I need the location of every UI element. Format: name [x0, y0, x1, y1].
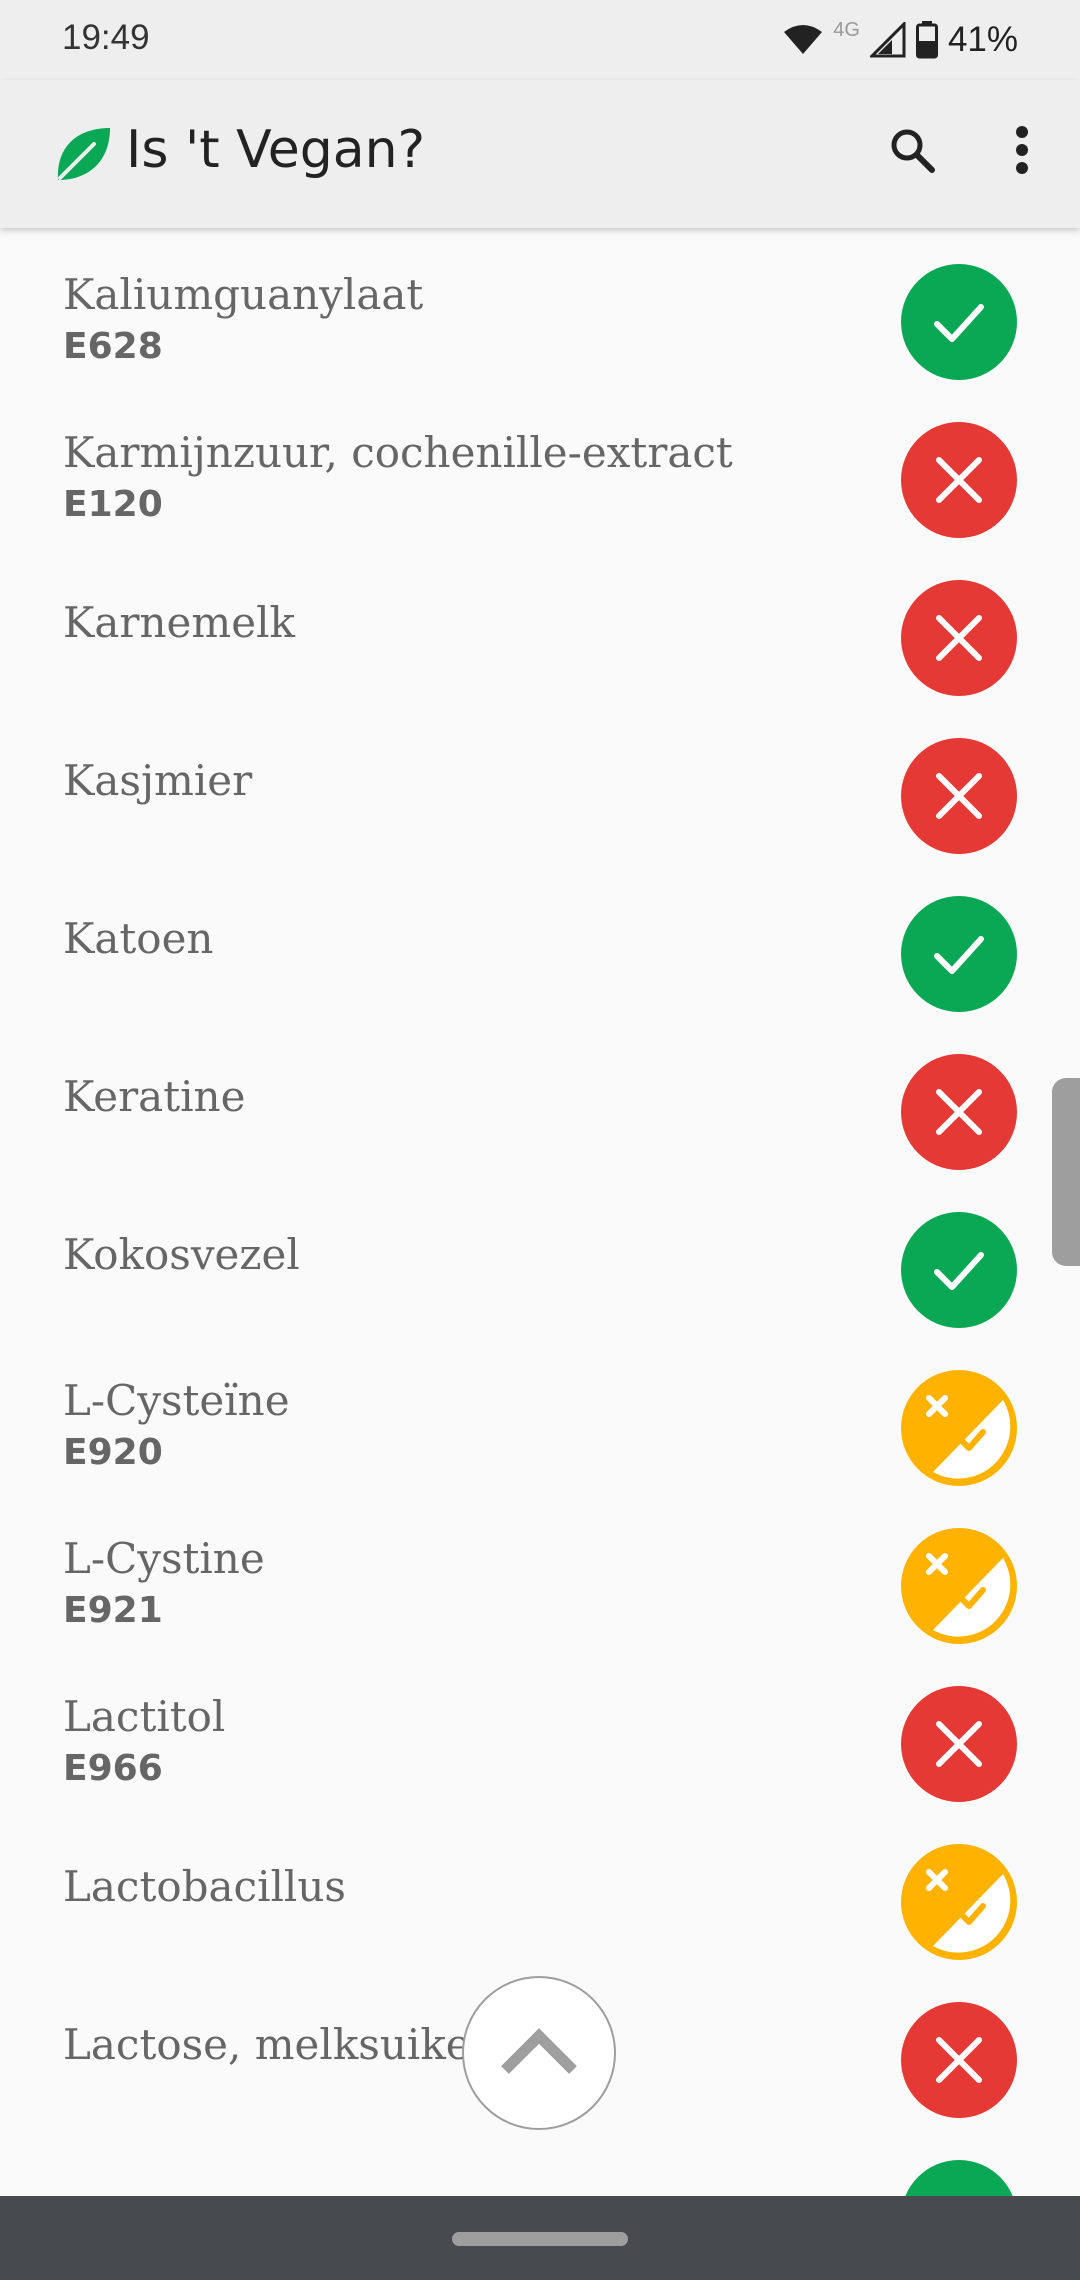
battery-icon	[915, 21, 938, 59]
list-item[interactable]	[0, 2124, 1060, 2196]
ingredient-name: Lactose, melksuiker	[63, 2020, 491, 2069]
ingredient-name: L-Cystine	[63, 1534, 265, 1583]
ingredient-name: L-Cysteïne	[63, 1376, 290, 1425]
e-number: E120	[63, 484, 163, 525]
navigation-bar	[0, 2196, 1080, 2280]
status-maybe-icon	[901, 1844, 1017, 1960]
network-type: 4G	[833, 18, 860, 41]
status-cross-icon	[901, 1686, 1017, 1802]
status-cross-icon	[901, 422, 1017, 538]
ingredient-name: Lactobacillus	[63, 1862, 346, 1911]
list-item[interactable]: Lactitol E966	[0, 1650, 1060, 1808]
scroll-to-top-button[interactable]	[462, 1976, 616, 2130]
ingredient-name: Lactitol	[63, 1692, 226, 1741]
status-cross-icon	[901, 2002, 1017, 2118]
status-cross-icon	[901, 580, 1017, 696]
e-number: E628	[63, 326, 163, 367]
app-title: Is 't Vegan?	[126, 120, 426, 180]
status-maybe-icon	[901, 1370, 1017, 1486]
list-item[interactable]: Kasjmier	[0, 702, 1060, 860]
ingredient-name: Keratine	[63, 1072, 246, 1121]
list-item[interactable]: Katoen	[0, 860, 1060, 1018]
ingredient-name: Karnemelk	[63, 598, 295, 647]
ingredient-list[interactable]: Kaliumguanylaat E628 Karmijnzuur, cochenil…	[0, 228, 1060, 2196]
home-gesture-handle[interactable]	[452, 2232, 628, 2246]
wifi-icon	[783, 24, 823, 56]
cell-signal-icon	[869, 22, 906, 58]
status-maybe-icon	[901, 1528, 1017, 1644]
ingredient-name: Katoen	[63, 914, 214, 963]
ingredient-name: Kaliumguanylaat	[63, 270, 424, 319]
status-checkmark-icon	[901, 896, 1017, 1012]
search-icon	[888, 126, 936, 178]
status-checkmark-icon	[901, 2160, 1017, 2196]
status-checkmark-icon	[901, 264, 1017, 380]
leaf-icon	[54, 124, 112, 186]
list-item[interactable]: L-Cystine E921	[0, 1492, 1060, 1650]
overflow-menu-button[interactable]	[990, 120, 1054, 184]
status-time: 19:49	[62, 18, 150, 57]
battery-percent: 41%	[947, 20, 1018, 59]
chevron-up-icon	[499, 2026, 579, 2080]
list-item[interactable]: L-Cysteïne E920	[0, 1334, 1060, 1492]
list-item[interactable]: Keratine	[0, 1018, 1060, 1176]
e-number: E920	[63, 1432, 163, 1473]
list-item[interactable]: Karnemelk	[0, 544, 1060, 702]
ingredient-name: Kasjmier	[63, 756, 253, 805]
list-item[interactable]: Kaliumguanylaat E628	[0, 228, 1060, 386]
list-item[interactable]: Karmijnzuur, cochenille-extract E120	[0, 386, 1060, 544]
ingredient-name: Karmijnzuur, cochenille-extract	[63, 428, 733, 477]
status-cross-icon	[901, 738, 1017, 854]
app-bar: Is 't Vegan?	[0, 80, 1080, 228]
status-checkmark-icon	[901, 1212, 1017, 1328]
list-item[interactable]: Lactobacillus	[0, 1808, 1060, 1966]
search-button[interactable]	[880, 120, 944, 184]
ingredient-name: Kokosvezel	[63, 1230, 300, 1279]
status-bar: 19:49 4G 41%	[0, 0, 1080, 80]
list-item[interactable]: Kokosvezel	[0, 1176, 1060, 1334]
e-number: E921	[63, 1590, 163, 1631]
status-icons: 4G 41%	[783, 18, 1018, 62]
more-vert-icon	[1014, 126, 1030, 178]
status-cross-icon	[901, 1054, 1017, 1170]
e-number: E966	[63, 1748, 163, 1789]
scrollbar-thumb[interactable]	[1052, 1078, 1080, 1266]
